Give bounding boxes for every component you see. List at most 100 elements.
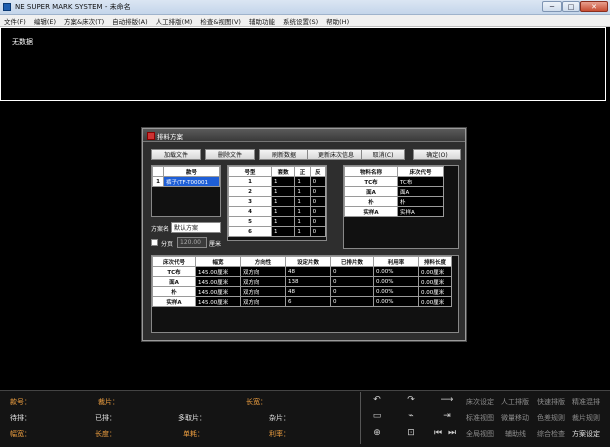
refresh-data-button[interactable]: 刷新数据 [259,149,309,160]
ok-button[interactable]: 确定(O) [413,149,461,160]
bed-width[interactable]: 145.00厘米 [195,276,241,287]
size-back[interactable]: 0 [309,176,327,187]
file-row-name[interactable]: 裤子(TF-T00001 [163,176,220,187]
split-checkbox[interactable] [151,239,158,246]
status-placed: 已排： [95,414,116,422]
bed-set-pieces[interactable]: 48 [285,286,331,297]
bed-direction[interactable]: 双方向 [240,296,286,307]
undo-icon[interactable]: ↶ [368,394,386,406]
material-row[interactable]: TC布 TC布 [344,176,444,187]
bed-row[interactable]: 面A 145.00厘米 双方向 138 0 0.00% 0.00厘米 [152,276,452,287]
nav-first-icon[interactable]: ⏮ [432,427,444,439]
material-bed-code[interactable]: 面A [397,186,444,197]
size-back[interactable]: 0 [309,186,327,197]
arrow-right-icon[interactable]: ⟶ [436,394,458,406]
size-sets[interactable]: 1 [270,176,296,187]
nav-last-icon[interactable]: ⏭ [446,427,458,439]
load-file-button[interactable]: 加载文件 [151,149,201,160]
maximize-button[interactable]: □ [562,1,580,12]
split-length-input[interactable]: 120.00 [177,237,207,248]
menu-view[interactable]: 检查&视图(V) [196,16,245,26]
bed-icon[interactable]: ▭ [368,410,386,422]
tool-standard-view[interactable]: 标准视图 [466,413,494,423]
mark-icon[interactable]: ⌁ [402,410,420,422]
bed-set-pieces[interactable]: 6 [285,296,331,307]
bed-set-pieces[interactable]: 48 [285,266,331,277]
size-row[interactable]: 2 1 1 0 [228,186,327,197]
size-front[interactable]: 1 [294,226,311,237]
size-sets[interactable]: 1 [270,186,296,197]
scale-icon[interactable]: ⇥ [436,410,458,422]
bed-row[interactable]: 实样A 145.00厘米 双方向 6 0 0.00% 0.00厘米 [152,296,452,307]
size-back[interactable]: 0 [309,216,327,227]
size-front[interactable]: 1 [294,186,311,197]
fit-icon[interactable]: ⊡ [402,427,420,439]
dialog-title: 排料方案 [157,133,183,141]
material-bed-code[interactable]: TC布 [397,176,444,187]
material-bed-code[interactable]: 朴 [397,196,444,207]
size-front[interactable]: 1 [294,216,311,227]
size-back[interactable]: 0 [309,226,327,237]
tool-overall-check[interactable]: 综合检查 [537,429,565,439]
bed-direction[interactable]: 双方向 [240,286,286,297]
tool-guide-line[interactable]: 辅助线 [505,429,526,439]
minimize-button[interactable]: ─ [542,1,562,12]
tool-global-view[interactable]: 全局视图 [466,429,494,439]
bed-set-pieces[interactable]: 138 [285,276,331,287]
material-row[interactable]: 朴 朴 [344,196,444,207]
size-sets[interactable]: 1 [270,206,296,217]
material-row[interactable]: 面A 面A [344,186,444,197]
size-sets[interactable]: 1 [270,226,296,237]
menu-settings[interactable]: 系统设置(S) [279,16,322,26]
material-row[interactable]: 实样A 实样A [344,206,444,217]
menu-scheme[interactable]: 方案&床次(T) [60,16,108,26]
bed-width[interactable]: 145.00厘米 [195,266,241,277]
material-panel: 物料名称 床次代号 TC布 TC布 面A 面A 朴 朴 实样A 实样A [343,165,459,249]
bed-row[interactable]: 朴 145.00厘米 双方向 48 0 0.00% 0.00厘米 [152,286,452,297]
bed-header-utilization: 利用率 [373,256,419,267]
size-sets[interactable]: 1 [270,196,296,207]
status-rate: 利率： [269,430,290,438]
close-button[interactable]: ✕ [580,1,608,12]
bed-width[interactable]: 145.00厘米 [195,296,241,307]
size-front[interactable]: 1 [294,176,311,187]
delete-file-button[interactable]: 删除文件 [205,149,255,160]
size-code: 3 [228,196,272,207]
menu-file[interactable]: 文件(F) [0,16,30,26]
size-back[interactable]: 0 [309,206,327,217]
material-bed-code[interactable]: 实样A [397,206,444,217]
menu-help[interactable]: 帮助(H) [322,16,353,26]
tool-precise-mix[interactable]: 精准混排 [572,397,600,407]
size-row[interactable]: 3 1 1 0 [228,196,327,207]
size-front[interactable]: 1 [294,206,311,217]
bed-row[interactable]: TC布 145.00厘米 双方向 48 0 0.00% 0.00厘米 [152,266,452,277]
size-front[interactable]: 1 [294,196,311,207]
menu-assist[interactable]: 辅助功能 [245,16,279,26]
bed-width[interactable]: 145.00厘米 [195,286,241,297]
tool-manual-layout[interactable]: 人工排版 [501,397,529,407]
tool-micro-move[interactable]: 微量移动 [501,413,529,423]
size-row[interactable]: 4 1 1 0 [228,206,327,217]
size-row[interactable]: 1 1 1 0 [228,176,327,187]
redo-icon[interactable]: ↷ [402,394,420,406]
tool-scheme-settings[interactable]: 方案设定 [572,429,600,439]
menu-auto-layout[interactable]: 自动排版(A) [108,16,152,26]
menu-edit[interactable]: 编辑(E) [30,16,60,26]
size-sets[interactable]: 1 [270,216,296,227]
bed-direction[interactable]: 双方向 [240,276,286,287]
zoom-icon[interactable]: ⊕ [368,427,386,439]
file-row[interactable]: 1 裤子(TF-T00001 [152,176,220,187]
size-back[interactable]: 0 [309,196,327,207]
cancel-button[interactable]: 取消(C) [361,149,405,160]
bed-direction[interactable]: 双方向 [240,266,286,277]
tool-piece-rule[interactable]: 裁片规则 [572,413,600,423]
tool-quick-layout[interactable]: 快速排版 [537,397,565,407]
scheme-name-input[interactable]: 默认方案 [171,222,221,233]
menu-manual-layout[interactable]: 人工排版(M) [152,16,197,26]
size-row[interactable]: 5 1 1 0 [228,216,327,227]
marker-canvas[interactable] [0,27,606,101]
size-row[interactable]: 6 1 1 0 [228,226,327,237]
tool-color-rule[interactable]: 色差规则 [537,413,565,423]
update-bed-info-button[interactable]: 更新床次信息 [307,149,365,160]
tool-bed-settings[interactable]: 床次设定 [466,397,494,407]
